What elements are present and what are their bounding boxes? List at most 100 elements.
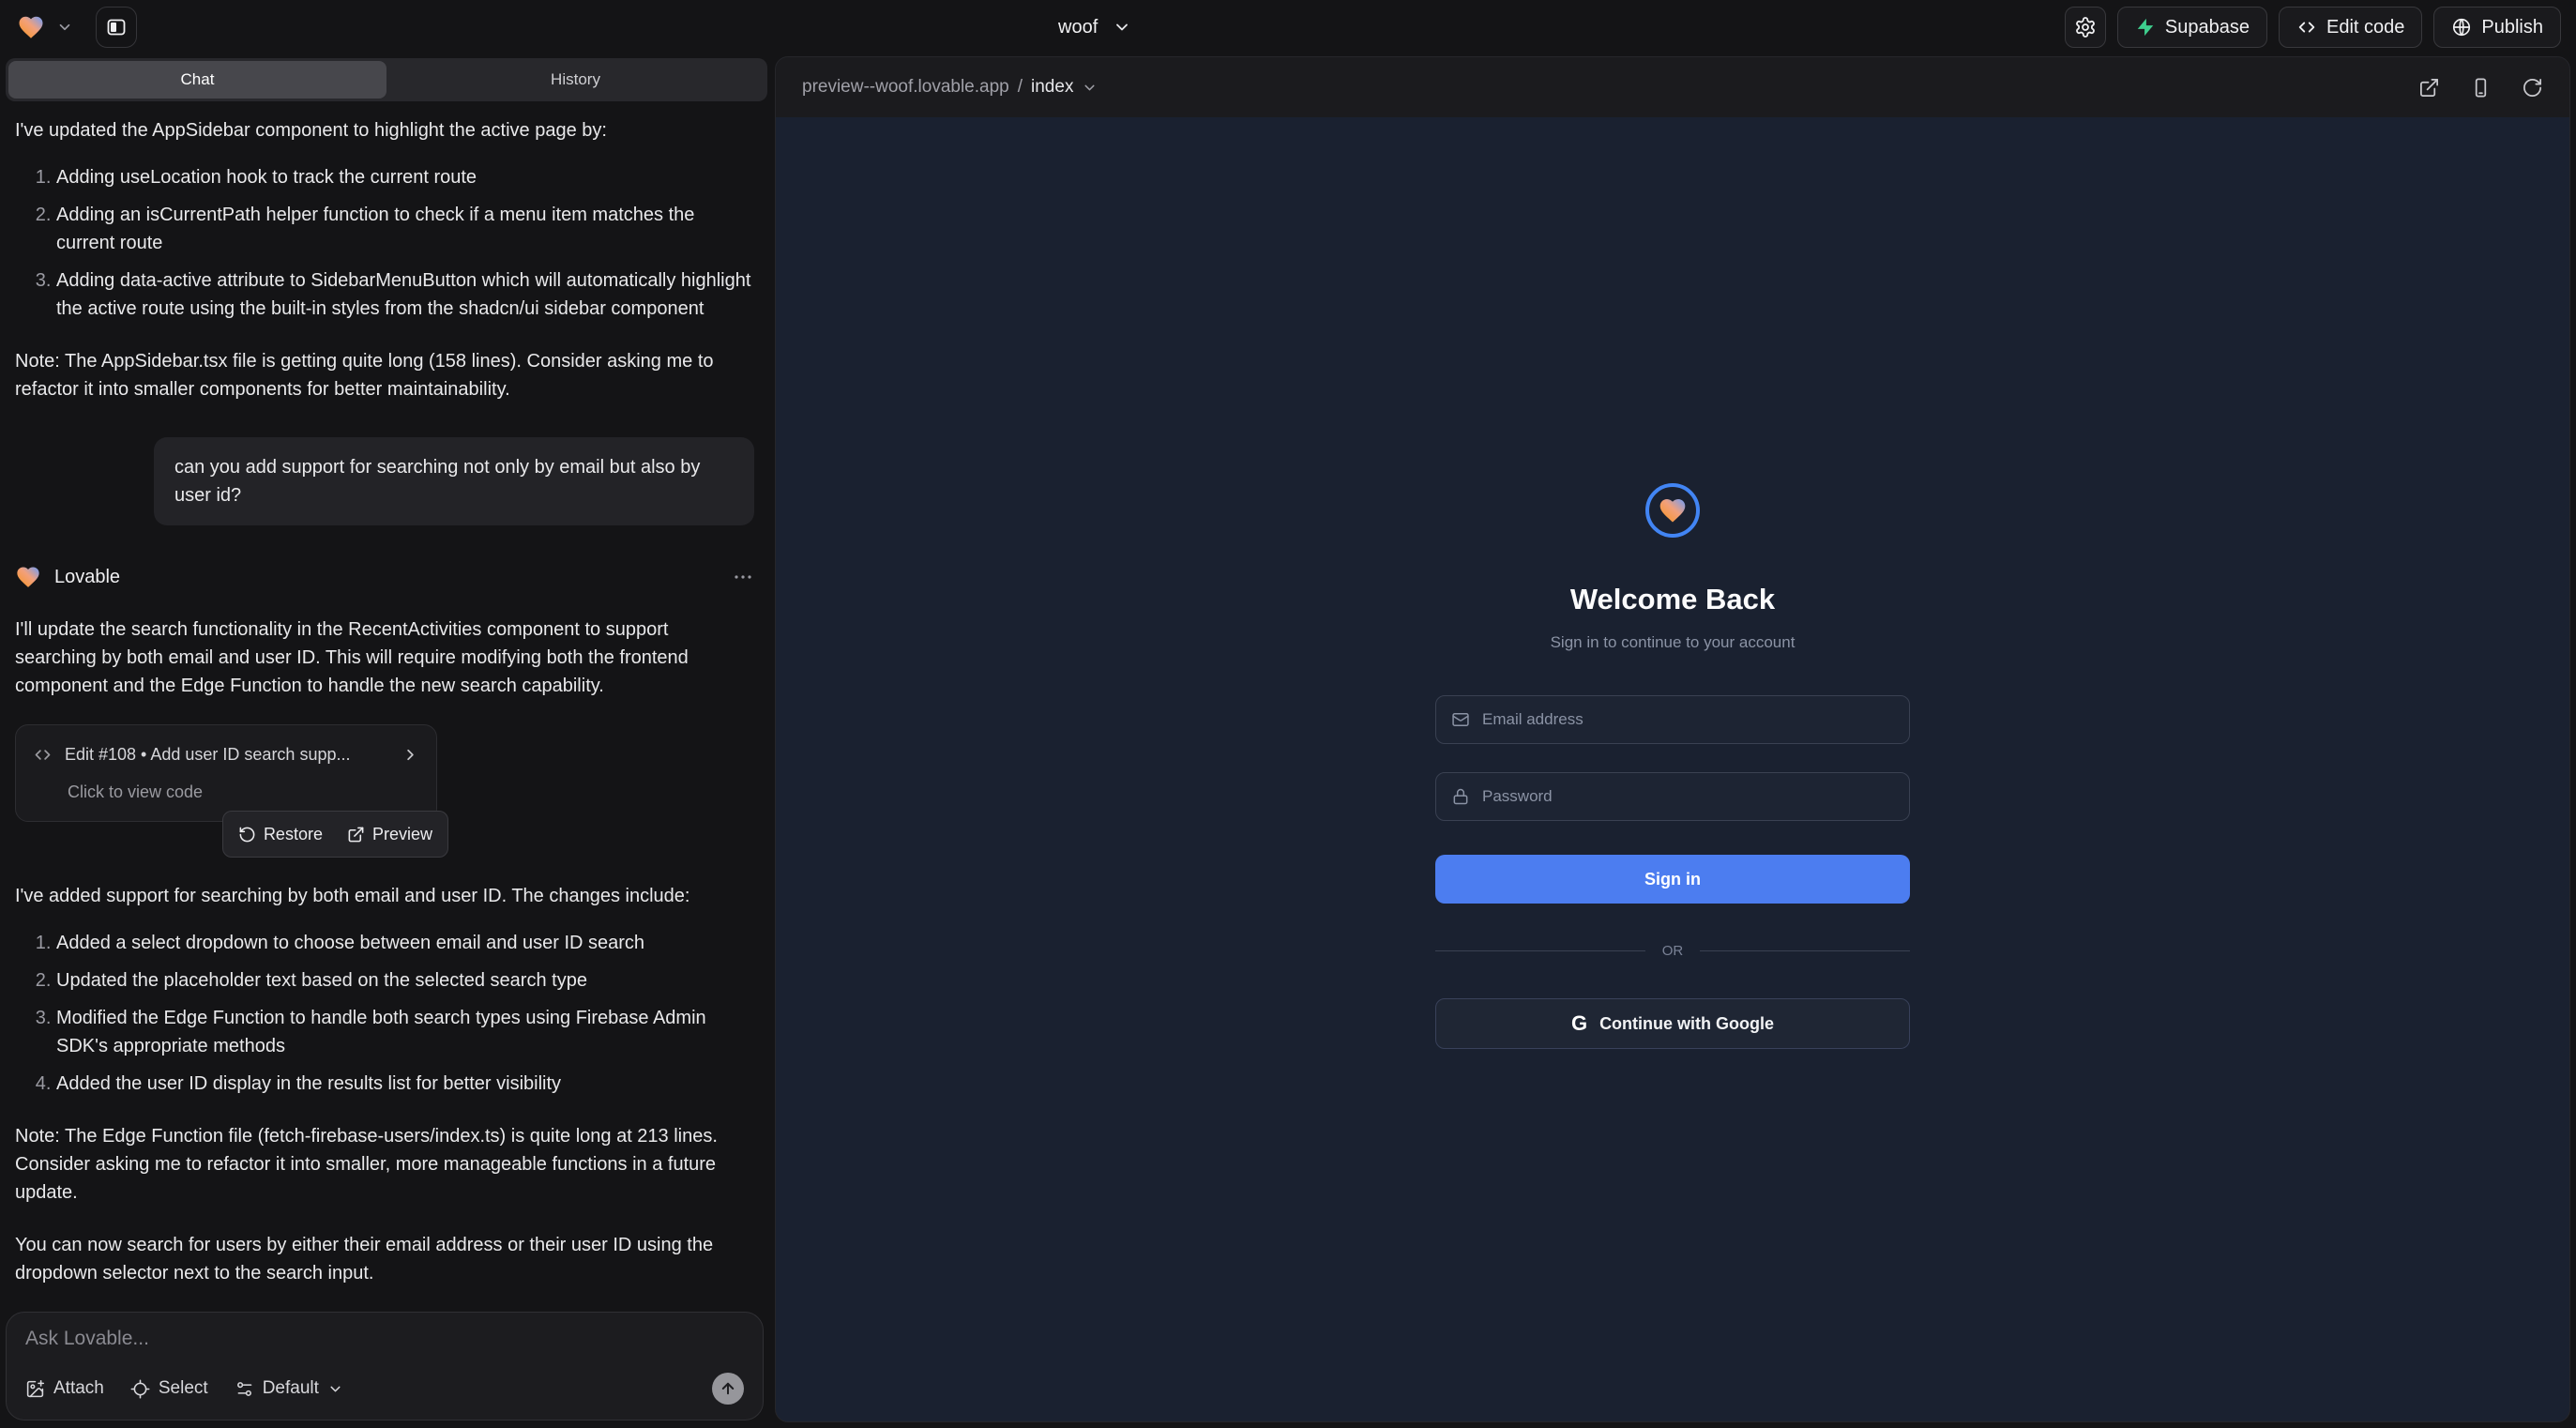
restore-button[interactable]: Restore <box>238 820 323 848</box>
refresh-icon <box>2522 77 2543 99</box>
assistant-note: Note: The Edge Function file (fetch-fire… <box>15 1122 754 1207</box>
publish-button[interactable]: Publish <box>2433 7 2561 48</box>
edit-card-subtitle: Click to view code <box>68 778 419 806</box>
user-message-bubble: can you add support for searching not on… <box>154 437 754 525</box>
password-field <box>1435 772 1910 821</box>
heart-icon <box>1658 495 1688 525</box>
preview-button[interactable]: Preview <box>347 820 432 848</box>
sidebar-toggle-button[interactable] <box>96 7 137 48</box>
email-field <box>1435 695 1910 744</box>
arrow-up-icon <box>720 1380 736 1397</box>
assistant-note: Note: The AppSidebar.tsx file is getting… <box>15 347 754 403</box>
lovable-logo-icon[interactable] <box>15 11 47 43</box>
chat-messages: I've updated the AppSidebar component to… <box>0 109 769 1304</box>
mode-label: Default <box>263 1378 319 1399</box>
edit-code-label: Edit code <box>2326 17 2404 38</box>
list-item: Updated the placeholder text based on th… <box>56 966 754 995</box>
edit-card-wrap: Edit #108 • Add user ID search supp... C… <box>15 724 448 858</box>
sign-in-button[interactable]: Sign in <box>1435 855 1910 904</box>
google-sign-in-button[interactable]: G Continue with Google <box>1435 998 1910 1049</box>
assistant-paragraph: I'll update the search functionality in … <box>15 615 754 700</box>
sliders-icon <box>235 1379 254 1399</box>
external-link-icon <box>347 826 365 843</box>
composer-toolbar: Attach Select Default <box>25 1373 744 1405</box>
password-input[interactable] <box>1482 787 1894 806</box>
assistant-header: Lovable <box>15 563 754 591</box>
settings-button[interactable] <box>2065 7 2106 48</box>
preview-page: index <box>1031 77 1073 98</box>
list-item: Adding an isCurrentPath helper function … <box>56 201 754 257</box>
lovable-avatar-icon <box>15 564 41 590</box>
app-logo <box>1645 483 1700 538</box>
open-in-new-tab-button[interactable] <box>2418 77 2440 99</box>
supabase-label: Supabase <box>2165 17 2250 38</box>
mode-dropdown[interactable]: Default <box>235 1378 343 1399</box>
supabase-bolt-icon <box>2135 17 2156 38</box>
tab-history[interactable]: History <box>386 61 765 99</box>
mail-icon <box>1451 710 1470 729</box>
google-button-label: Continue with Google <box>1599 1014 1774 1034</box>
divider-line <box>1435 950 1645 951</box>
preview-label: Preview <box>372 820 432 848</box>
edit-card-title: Edit #108 • Add user ID search supp... <box>65 740 389 768</box>
chat-input[interactable] <box>25 1328 744 1373</box>
image-plus-icon <box>25 1379 45 1399</box>
refresh-button[interactable] <box>2522 77 2543 99</box>
divider-line <box>1700 950 1910 951</box>
restore-label: Restore <box>264 820 323 848</box>
list-item: Added the user ID display in the results… <box>56 1070 754 1098</box>
project-switcher[interactable]: woof <box>1058 0 1131 54</box>
target-icon <box>130 1379 150 1399</box>
mobile-view-button[interactable] <box>2470 77 2492 99</box>
lock-icon <box>1451 787 1470 806</box>
url-separator: / <box>1018 77 1023 98</box>
chevron-right-icon <box>402 746 419 764</box>
preview-url: preview--woof.lovable.app <box>802 77 1009 98</box>
login-subtitle: Sign in to continue to your account <box>1435 633 1910 652</box>
preview-panel: preview--woof.lovable.app / index <box>775 56 2570 1422</box>
assistant-paragraph: I've added support for searching by both… <box>15 882 754 910</box>
edit-card[interactable]: Edit #108 • Add user ID search supp... C… <box>15 724 437 822</box>
or-label: OR <box>1662 943 1684 959</box>
restore-icon <box>238 826 256 843</box>
assistant-list: Adding useLocation hook to track the cur… <box>15 163 754 323</box>
tab-chat[interactable]: Chat <box>8 61 386 99</box>
more-options-icon[interactable] <box>732 566 754 588</box>
login-title: Welcome Back <box>1435 583 1910 616</box>
chevron-down-icon <box>327 1381 343 1397</box>
email-input[interactable] <box>1482 710 1894 729</box>
user-message-row: can you add support for searching not on… <box>15 437 754 525</box>
assistant-paragraph: I've updated the AppSidebar component to… <box>15 116 754 144</box>
globe-icon <box>2451 17 2472 38</box>
topbar-left <box>15 7 137 48</box>
attach-button[interactable]: Attach <box>25 1378 104 1399</box>
supabase-button[interactable]: Supabase <box>2117 7 2267 48</box>
external-link-icon <box>2418 77 2440 99</box>
topbar-actions: Supabase Edit code Publish <box>2065 7 2561 48</box>
composer: Attach Select Default <box>6 1312 764 1420</box>
chevron-down-icon <box>1082 80 1098 96</box>
or-divider: OR <box>1435 943 1910 959</box>
project-menu-chevron-icon[interactable] <box>56 19 73 36</box>
code-icon <box>2296 17 2317 38</box>
preview-header-actions <box>2418 77 2543 99</box>
send-button[interactable] <box>712 1373 744 1405</box>
select-label: Select <box>159 1378 208 1399</box>
chat-history-tabs: Chat History <box>6 58 767 101</box>
code-icon <box>33 745 53 765</box>
list-item: Adding data-active attribute to SidebarM… <box>56 266 754 323</box>
edit-code-button[interactable]: Edit code <box>2279 7 2422 48</box>
assistant-name: Lovable <box>54 563 120 591</box>
project-name: woof <box>1058 17 1098 38</box>
chevron-down-icon <box>1113 18 1131 37</box>
preview-url-dropdown[interactable]: preview--woof.lovable.app / index <box>802 77 1098 98</box>
preview-header: preview--woof.lovable.app / index <box>776 57 2569 117</box>
list-item: Added a select dropdown to choose betwee… <box>56 929 754 957</box>
topbar: woof Supabase Edit code Publish <box>0 0 2576 54</box>
tab-history-label: History <box>551 70 600 89</box>
select-button[interactable]: Select <box>130 1378 208 1399</box>
list-item: Adding useLocation hook to track the cur… <box>56 163 754 191</box>
login-card: Welcome Back Sign in to continue to your… <box>1435 483 1910 1049</box>
publish-label: Publish <box>2481 17 2543 38</box>
smartphone-icon <box>2470 77 2492 99</box>
